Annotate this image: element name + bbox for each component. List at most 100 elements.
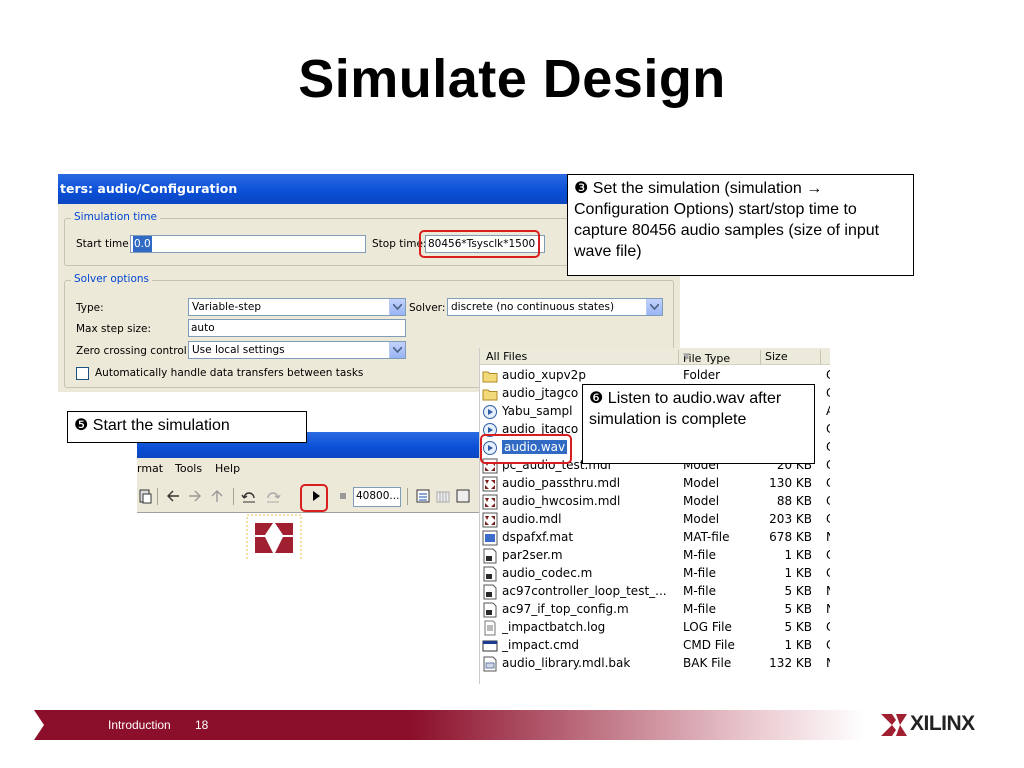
file-size: 1 KB <box>784 638 812 652</box>
file-row[interactable]: _impactbatch.log LOG File 5 KB C <box>480 619 830 637</box>
file-name: par2ser.m <box>502 548 563 562</box>
file-row[interactable]: ac97_if_top_config.m M-file 5 KB N <box>480 601 830 619</box>
type-dropdown[interactable]: Variable-step <box>188 298 406 316</box>
undo-icon[interactable] <box>241 488 257 504</box>
callout-set-simulation: ❸ Set the simulation (simulation → Confi… <box>567 174 914 276</box>
column-size[interactable]: Size <box>765 350 788 363</box>
slide-title: Simulate Design <box>298 49 726 109</box>
file-size: 5 KB <box>784 620 812 634</box>
file-type: Folder <box>683 368 721 382</box>
chevron-down-icon <box>389 299 405 315</box>
mfile-icon <box>482 602 498 618</box>
file-row[interactable]: audio_hwcosim.mdl Model 88 KB C <box>480 493 830 511</box>
chevron-down-icon <box>389 342 405 358</box>
stop-simulation-icon[interactable] <box>335 488 351 504</box>
footer-section: Introduction <box>108 718 171 732</box>
file-list-header: All Files File Type ▼ Size <box>480 348 830 365</box>
file-name: audio_passthru.mdl <box>502 476 621 490</box>
file-extra-column: C <box>826 386 830 400</box>
file-extra-column: A <box>826 404 830 418</box>
up-arrow-icon[interactable] <box>209 488 225 504</box>
paste-icon[interactable] <box>137 488 153 504</box>
file-extra-column: C <box>826 368 830 382</box>
file-size: 130 KB <box>769 476 812 490</box>
model-icon <box>482 476 498 492</box>
folder-icon <box>482 368 498 384</box>
audio-wav-highlight <box>480 434 572 464</box>
xilinx-logo-icon <box>881 714 907 736</box>
xilinx-block-icon[interactable] <box>245 513 303 559</box>
file-name: _impactbatch.log <box>502 620 606 634</box>
file-type: BAK File <box>683 656 732 670</box>
max-step-label: Max step size: <box>76 323 151 335</box>
file-name: ac97controller_loop_test_... <box>502 584 667 598</box>
model-canvas[interactable] <box>137 512 493 572</box>
file-extra-column: C <box>826 566 830 580</box>
chevron-down-icon <box>646 299 662 315</box>
redo-icon[interactable] <box>265 488 281 504</box>
file-row[interactable]: ac97controller_loop_test_... M-file 5 KB N <box>480 583 830 601</box>
file-size: 203 KB <box>769 512 812 526</box>
zero-crossing-label: Zero crossing control: <box>76 345 191 357</box>
callout-listen: ❻ Listen to audio.wav after simulation i… <box>582 384 815 464</box>
footer-page-number: 18 <box>195 718 209 732</box>
model-icon <box>482 512 498 528</box>
file-type: Model <box>683 476 720 490</box>
menu-tools[interactable]: Tools <box>175 458 202 480</box>
file-size: 678 KB <box>769 530 812 544</box>
start-time-label: Start time: <box>76 238 133 250</box>
file-size: 1 KB <box>784 548 812 562</box>
file-row[interactable]: audio.mdl Model 203 KB C <box>480 511 830 529</box>
file-type: M-file <box>683 566 716 580</box>
max-step-input[interactable]: auto <box>188 319 406 337</box>
file-extra-column: C <box>826 422 830 436</box>
file-row[interactable]: audio_passthru.mdl Model 130 KB C <box>480 475 830 493</box>
file-row[interactable]: dspafxf.mat MAT-file 678 KB N <box>480 529 830 547</box>
folder-icon <box>482 386 498 402</box>
file-extra-column: C <box>826 458 830 472</box>
model-icon <box>482 494 498 510</box>
start-time-input[interactable]: 0.0 <box>130 235 366 253</box>
back-arrow-icon[interactable] <box>165 488 181 504</box>
file-type: M-file <box>683 584 716 598</box>
file-row[interactable]: audio_codec.m M-file 1 KB C <box>480 565 830 583</box>
type-label: Type: <box>76 302 104 314</box>
file-name: ac97_if_top_config.m <box>502 602 629 616</box>
column-all-files[interactable]: All Files <box>486 350 527 363</box>
log-icon <box>482 620 498 636</box>
file-row[interactable]: par2ser.m M-file 1 KB C <box>480 547 830 565</box>
file-extra-column: C <box>826 638 830 652</box>
sort-down-icon: ▼ <box>683 352 690 362</box>
file-type: CMD File <box>683 638 735 652</box>
menu-bar: rmat Tools Help <box>137 458 493 480</box>
menu-help[interactable]: Help <box>215 458 240 480</box>
file-extra-column: N <box>826 656 830 670</box>
file-extra-column: C <box>826 548 830 562</box>
auto-transfer-checkbox[interactable] <box>76 367 89 380</box>
file-row[interactable]: audio_xupv2p Folder C <box>480 367 830 385</box>
model-explorer-icon[interactable] <box>455 488 471 504</box>
file-name: audio_hwcosim.mdl <box>502 494 621 508</box>
file-extra-column: N <box>826 584 830 598</box>
menu-format[interactable]: rmat <box>137 458 163 480</box>
build-icon[interactable] <box>415 488 431 504</box>
mat-icon <box>482 530 498 546</box>
solver-dropdown[interactable]: discrete (no continuous states) <box>447 298 663 316</box>
forward-arrow-icon[interactable] <box>187 488 203 504</box>
file-size: 88 KB <box>776 494 812 508</box>
file-row[interactable]: _impact.cmd CMD File 1 KB C <box>480 637 830 655</box>
library-icon[interactable] <box>435 488 451 504</box>
file-extra-column: N <box>826 602 830 616</box>
xilinx-logo-text: XILINX <box>910 712 975 735</box>
file-extra-column: C <box>826 512 830 526</box>
file-name: audio_library.mdl.bak <box>502 656 631 670</box>
zero-crossing-dropdown[interactable]: Use local settings <box>188 341 406 359</box>
file-name: dspafxf.mat <box>502 530 574 544</box>
file-row[interactable]: audio_library.mdl.bak BAK File 132 KB N <box>480 655 830 673</box>
file-size: 132 KB <box>769 656 812 670</box>
file-extra-column: C <box>826 440 830 454</box>
file-type: M-file <box>683 602 716 616</box>
stop-time-toolbar-input[interactable]: 40800... <box>353 487 401 507</box>
file-size: 5 KB <box>784 602 812 616</box>
mfile-icon <box>482 566 498 582</box>
